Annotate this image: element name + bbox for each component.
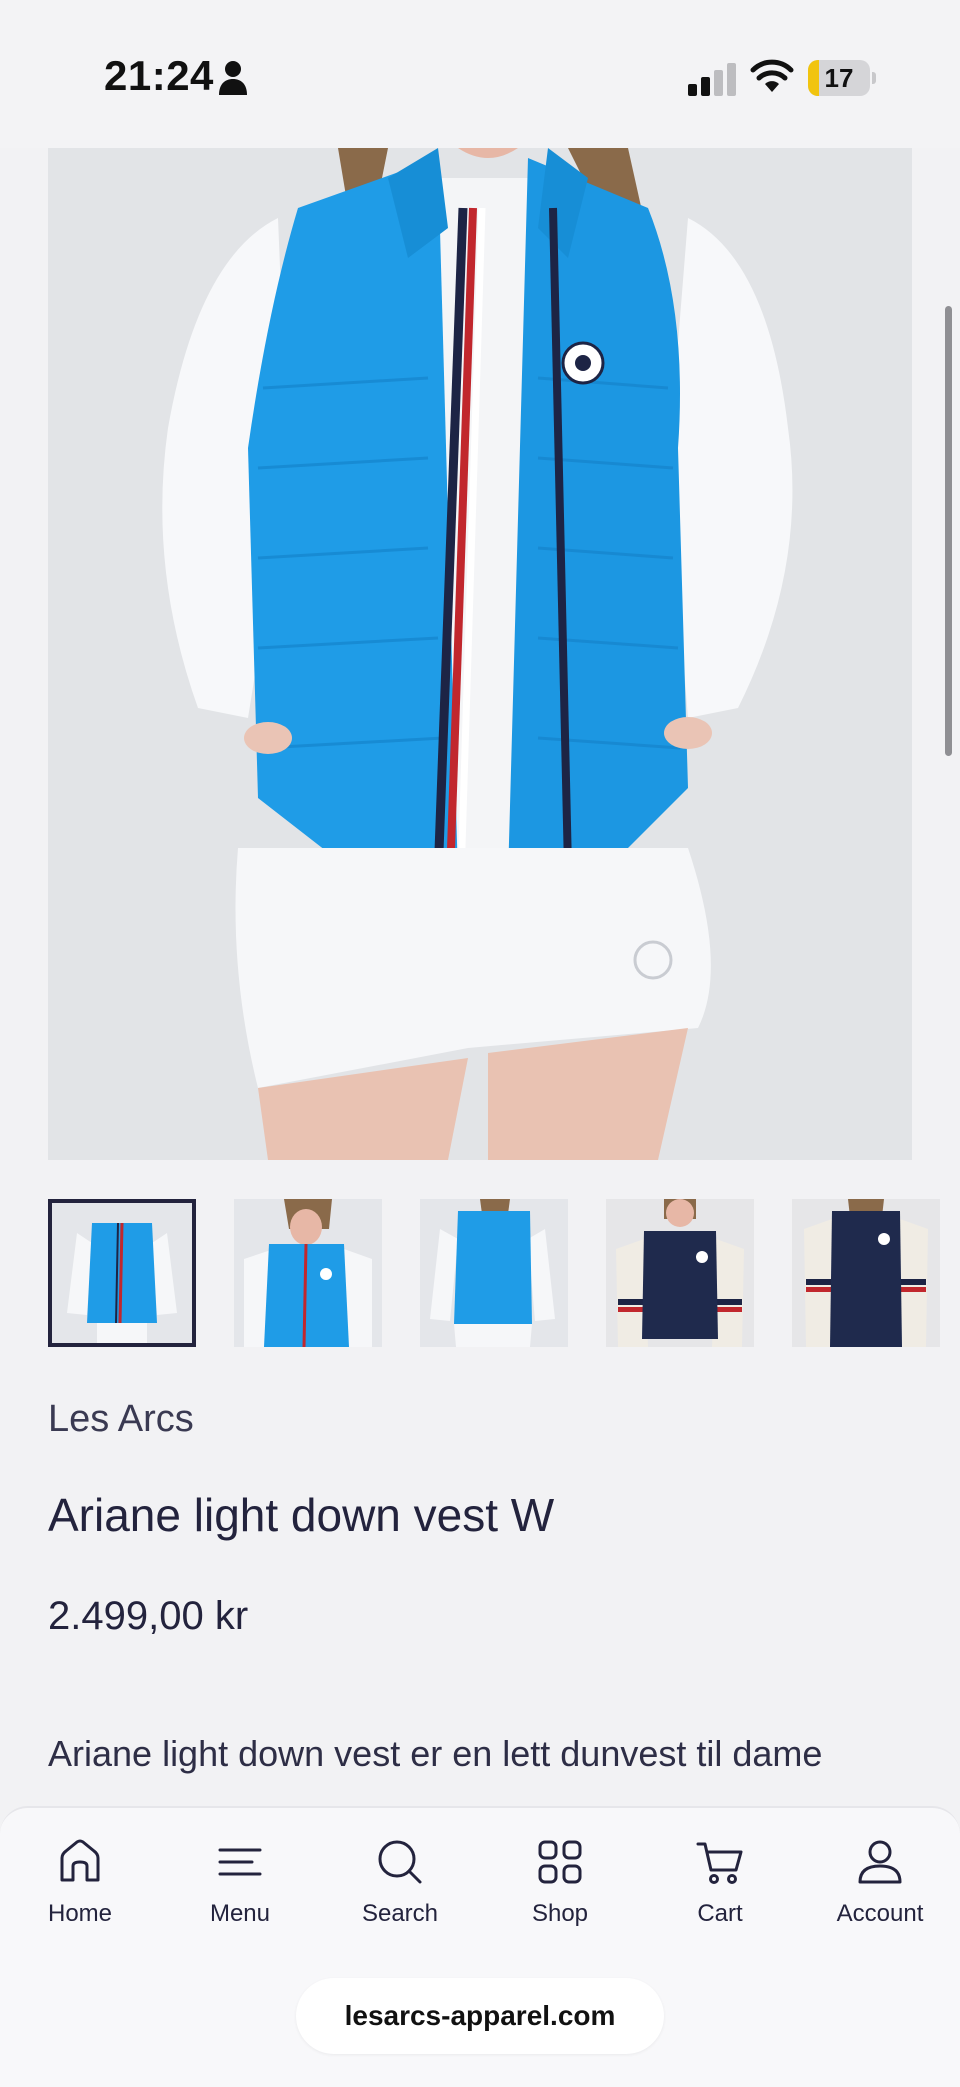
nav-shop[interactable]: Shop — [480, 1836, 640, 1936]
nav-home[interactable]: Home — [0, 1836, 160, 1936]
cart-icon — [696, 1842, 743, 1884]
hero-illustration — [48, 148, 912, 1160]
nav-menu-label: Menu — [209, 1900, 271, 1927]
search-icon — [378, 1840, 422, 1884]
thumb-navy-front[interactable] — [606, 1199, 754, 1347]
nav-search-label: Search — [361, 1900, 439, 1927]
home-icon — [60, 1839, 100, 1882]
thumb-blue-front[interactable] — [48, 1199, 196, 1347]
account-icon — [858, 1840, 902, 1884]
cellular-signal-icon — [688, 63, 736, 96]
battery-level: 17 — [824, 63, 854, 93]
nav-account[interactable]: Account — [800, 1836, 960, 1936]
status-time: 21:24 — [104, 52, 214, 99]
thumb-blue-back[interactable] — [420, 1199, 568, 1347]
nav-home-label: Home — [47, 1900, 113, 1927]
nav-shop-label: Shop — [531, 1900, 589, 1927]
person-icon — [219, 61, 247, 95]
thumbnail-strip — [48, 1199, 960, 1349]
product-title: Ariane light down vest W — [48, 1489, 555, 1541]
nav-menu[interactable]: Menu — [160, 1836, 320, 1936]
menu-icon — [218, 1848, 262, 1876]
wifi-icon — [750, 59, 794, 92]
product-page: Les Arcs Ariane light down vest W 2.499,… — [0, 148, 960, 2087]
battery-indicator: 17 — [808, 60, 876, 96]
nav-search[interactable]: Search — [320, 1836, 480, 1936]
nav-cart-label: Cart — [697, 1900, 743, 1927]
thumb-navy-front-2[interactable] — [792, 1199, 940, 1347]
nav-cart[interactable]: Cart — [640, 1836, 800, 1936]
grid-icon — [538, 1840, 582, 1884]
status-bar: 21:24 17 — [0, 0, 960, 148]
product-brand[interactable]: Les Arcs — [48, 1398, 194, 1441]
product-price: 2.499,00 kr — [48, 1594, 249, 1638]
browser-url-bar[interactable]: lesarcs-apparel.com — [296, 1978, 664, 2054]
scroll-indicator[interactable] — [945, 306, 952, 756]
product-hero-image[interactable] — [48, 148, 912, 1160]
product-description: Ariane light down vest er en lett dunves… — [48, 1733, 823, 1774]
thumb-blue-side[interactable] — [234, 1199, 382, 1347]
nav-account-label: Account — [836, 1900, 924, 1927]
